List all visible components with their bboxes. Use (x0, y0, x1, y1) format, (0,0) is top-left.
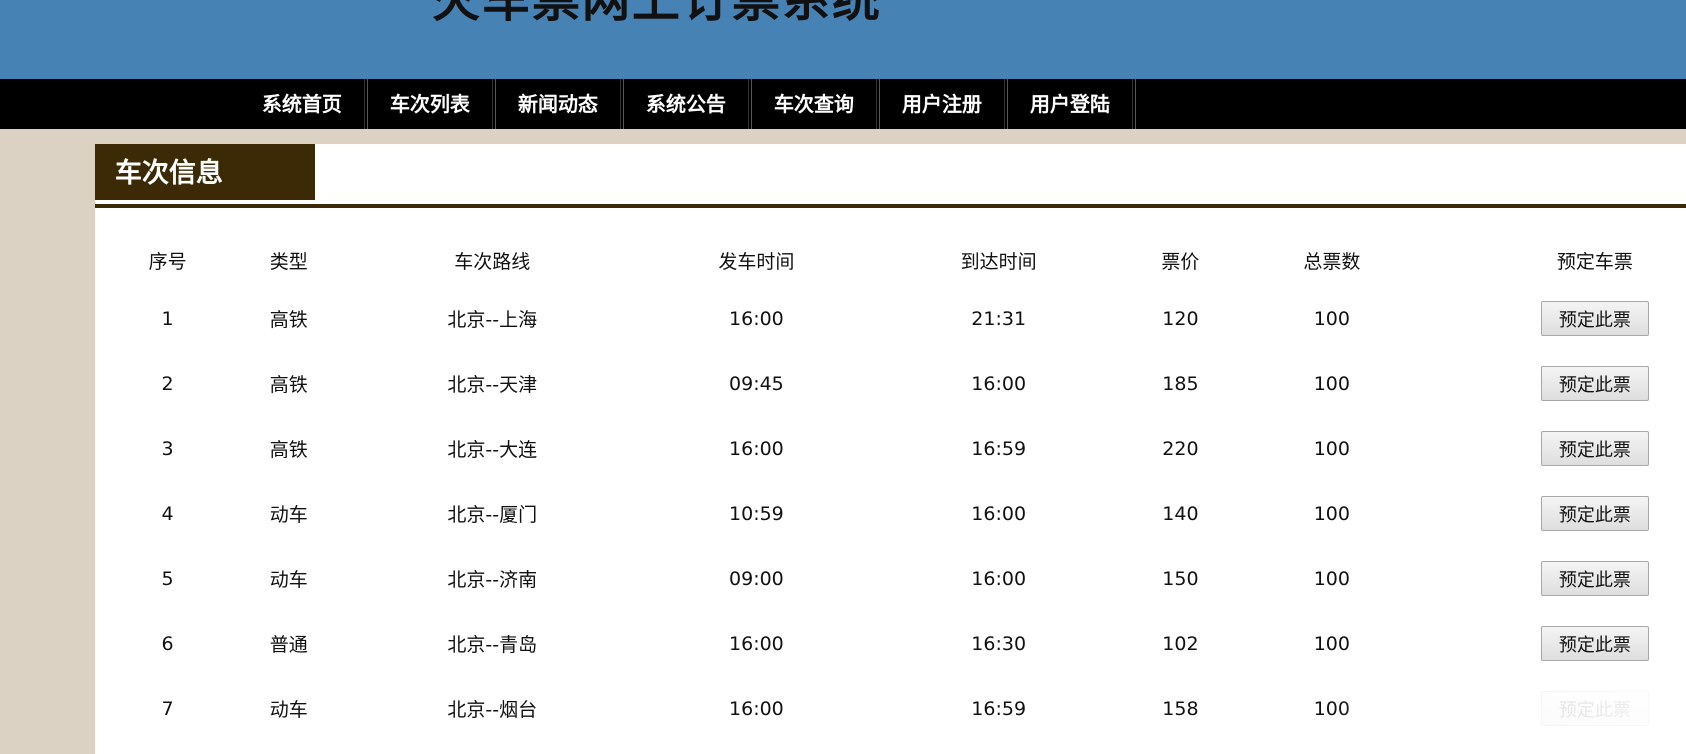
cell-arrive: 21:31 (971, 307, 1027, 330)
cell-route: 北京--济南 (447, 569, 538, 591)
cell-action: 预定此票 (1423, 286, 1686, 351)
cell-route: 北京--上海 (447, 309, 538, 331)
table-row: 6 普通 北京--青岛 16:00 16:30 102 100 预定此票 (107, 611, 1686, 676)
cell-route: 北京--大连 (447, 439, 538, 461)
col-header-route: 车次路线 (454, 250, 531, 273)
cell-type: 动车 (269, 569, 308, 591)
cell-index: 6 (161, 632, 174, 655)
site-title: 火车票网上订票系统 (432, 0, 883, 28)
cell-arrive: 16:59 (971, 437, 1027, 460)
nav-item-register[interactable]: 用户注册 (880, 79, 1008, 129)
cell-depart: 16:00 (729, 437, 784, 460)
table-row: 4 动车 北京--厦门 10:59 16:00 140 100 预定此票 (107, 481, 1686, 546)
cell-index: 5 (161, 567, 174, 590)
nav-item-train-list[interactable]: 车次列表 (368, 79, 496, 129)
col-header-type: 类型 (269, 250, 308, 273)
cell-depart: 10:59 (729, 502, 784, 525)
nav-item-train-search[interactable]: 车次查询 (752, 79, 880, 129)
cell-price: 158 (1162, 697, 1199, 720)
cell-total: 100 (1313, 372, 1350, 395)
cell-index: 1 (161, 307, 174, 330)
col-header-total: 总票数 (1303, 250, 1361, 273)
col-header-index: 序号 (148, 250, 187, 273)
cell-price: 220 (1162, 437, 1199, 460)
table-header-row: 序号 类型 车次路线 发车时间 到达时间 票价 总票数 预定车票 (107, 234, 1686, 286)
cell-action: 预定此票 (1423, 351, 1686, 416)
nav-item-announcements[interactable]: 系统公告 (624, 79, 752, 129)
cell-total: 100 (1313, 697, 1350, 720)
train-table: 序号 类型 车次路线 发车时间 到达时间 票价 总票数 预定车票 1 高铁 北京… (107, 234, 1686, 741)
cell-action: 预定此票 (1423, 481, 1686, 546)
cell-arrive: 16:00 (971, 567, 1027, 590)
top-banner: 火车票网上订票系统 (0, 0, 1686, 79)
table-row: 2 高铁 北京--天津 09:45 16:00 185 100 预定此票 (107, 351, 1686, 416)
cell-action: 预定此票 (1423, 611, 1686, 676)
cell-depart: 09:45 (729, 372, 784, 395)
cell-total: 100 (1313, 567, 1350, 590)
cell-price: 150 (1162, 567, 1199, 590)
cell-index: 7 (161, 697, 174, 720)
cell-price: 140 (1162, 502, 1199, 525)
main-nav: 系统首页 车次列表 新闻动态 系统公告 车次查询 用户注册 用户登陆 (0, 79, 1686, 129)
cell-depart: 16:00 (729, 632, 784, 655)
cell-action: 预定此票 (1423, 416, 1686, 481)
cell-type: 高铁 (269, 309, 308, 331)
cell-total: 100 (1313, 437, 1350, 460)
cell-depart: 09:00 (729, 567, 784, 590)
book-ticket-button[interactable]: 预定此票 (1540, 561, 1649, 596)
cell-price: 120 (1162, 307, 1199, 330)
cell-arrive: 16:30 (971, 632, 1027, 655)
cell-action: 预定此票 (1423, 546, 1686, 611)
cell-type: 动车 (269, 699, 308, 721)
cell-arrive: 16:59 (971, 697, 1027, 720)
cell-total: 100 (1313, 307, 1350, 330)
table-row: 3 高铁 北京--大连 16:00 16:59 220 100 预定此票 (107, 416, 1686, 481)
cell-index: 4 (161, 502, 174, 525)
table-row: 1 高铁 北京--上海 16:00 21:31 120 100 预定此票 (107, 286, 1686, 351)
book-ticket-button[interactable]: 预定此票 (1540, 626, 1649, 661)
col-header-book: 预定车票 (1556, 250, 1633, 273)
cell-depart: 16:00 (729, 307, 784, 330)
cell-index: 3 (161, 437, 174, 460)
book-ticket-button[interactable]: 预定此票 (1540, 301, 1649, 336)
nav-item-home[interactable]: 系统首页 (240, 79, 368, 129)
table-row: 5 动车 北京--济南 09:00 16:00 150 100 预定此票 (107, 546, 1686, 611)
cell-price: 102 (1162, 632, 1199, 655)
cell-depart: 16:00 (729, 697, 784, 720)
cell-action: 预定此票 (1423, 676, 1686, 741)
book-ticket-button[interactable]: 预定此票 (1540, 691, 1649, 726)
train-info-panel: 车次信息 序号 类型 车次路线 发车时间 到达时间 票价 总票数 预定车票 1 … (95, 144, 1686, 754)
cell-total: 100 (1313, 502, 1350, 525)
cell-route: 北京--烟台 (447, 699, 538, 721)
cell-type: 高铁 (269, 439, 308, 461)
cell-total: 100 (1313, 632, 1350, 655)
cell-price: 185 (1162, 372, 1199, 395)
cell-route: 北京--青岛 (447, 634, 538, 656)
cell-arrive: 16:00 (971, 502, 1027, 525)
nav-list: 系统首页 车次列表 新闻动态 系统公告 车次查询 用户注册 用户登陆 (240, 79, 1136, 129)
cell-index: 2 (161, 372, 174, 395)
book-ticket-button[interactable]: 预定此票 (1540, 366, 1649, 401)
book-ticket-button[interactable]: 预定此票 (1540, 431, 1649, 466)
nav-item-news[interactable]: 新闻动态 (496, 79, 624, 129)
book-ticket-button[interactable]: 预定此票 (1540, 496, 1649, 531)
col-header-arrive: 到达时间 (960, 250, 1037, 273)
table-row: 7 动车 北京--烟台 16:00 16:59 158 100 预定此票 (107, 676, 1686, 741)
panel-title: 车次信息 (95, 144, 315, 200)
cell-arrive: 16:00 (971, 372, 1027, 395)
panel-header: 车次信息 (95, 144, 1686, 208)
col-header-depart: 发车时间 (718, 250, 795, 273)
cell-route: 北京--厦门 (447, 504, 538, 526)
cell-type: 普通 (269, 634, 308, 656)
cell-route: 北京--天津 (447, 374, 538, 396)
cell-type: 动车 (269, 504, 308, 526)
nav-item-login[interactable]: 用户登陆 (1008, 79, 1136, 129)
col-header-price: 票价 (1161, 250, 1200, 273)
cell-type: 高铁 (269, 374, 308, 396)
